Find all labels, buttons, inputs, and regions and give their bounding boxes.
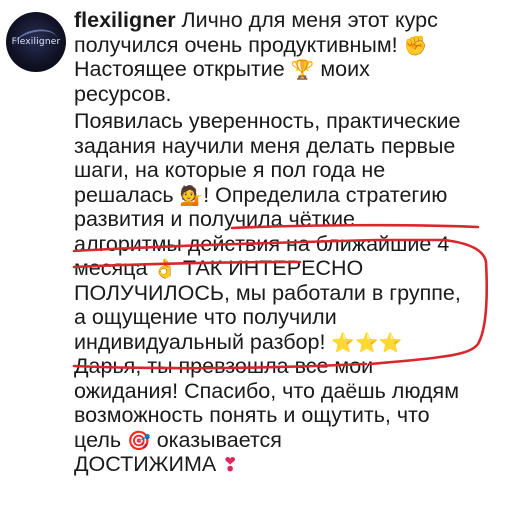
fist-emoji-icon: ✊ [403, 34, 428, 57]
comment-line: цель 🎯 оказывается [74, 427, 282, 452]
comment-line: индивидуальный разбор! ⭐⭐⭐ [74, 329, 403, 354]
person-emoji-icon: 💁 [179, 184, 204, 207]
comment-text: flexiligner Лично для меня этот курс пол… [74, 8, 512, 477]
ok-hand-emoji-icon: 👌 [153, 258, 178, 280]
comment-line: возможность понять и ощутить, что [74, 403, 430, 427]
trophy-emoji-icon: 🏆 [290, 59, 315, 81]
comment-line: ПОЛУЧИЛОСЬ, мы работали в группе, [74, 280, 461, 305]
comment-line: шаги, на которые я пол года не [74, 158, 386, 182]
comment-line: получился очень продуктивным! ✊ [74, 32, 428, 57]
comment-line: алгоритмы действия на ближайшие 4 [74, 231, 450, 256]
heart-exclamation-emoji-icon: ❣ [222, 454, 239, 476]
comment-line: развития и получила чёткие [74, 207, 355, 231]
comment-line: а ощущение что получили [74, 305, 337, 329]
avatar-logo-text: Flexiligner [11, 37, 61, 47]
target-emoji-icon: 🎯 [127, 429, 151, 452]
username[interactable]: flexiligner [74, 8, 176, 32]
comment-line: задания научили меня делать первые [74, 133, 456, 158]
comment-line: flexiligner Лично для меня этот курс [74, 8, 438, 32]
stars-emoji-icon: ⭐⭐⭐ [331, 331, 403, 354]
avatar[interactable]: Flexiligner [6, 12, 66, 72]
comment-line: Дарья, ты превзошла все мои [74, 354, 374, 378]
comment-line: Появилась уверенность, практические [74, 109, 461, 133]
comment-line: Настоящее открытие 🏆 моих [74, 57, 370, 81]
comment-line: ожидания! Спасибо, что даёшь людям [74, 378, 459, 403]
comment-line: ресурсов. [74, 81, 172, 106]
comment-line: решалась 💁! Определила стратегию [74, 182, 448, 207]
comment-line: ДОСТИЖИМА ❣ [74, 452, 239, 476]
comment-line: месяца 👌 ТАК ИНТЕРЕСНО [74, 256, 364, 280]
